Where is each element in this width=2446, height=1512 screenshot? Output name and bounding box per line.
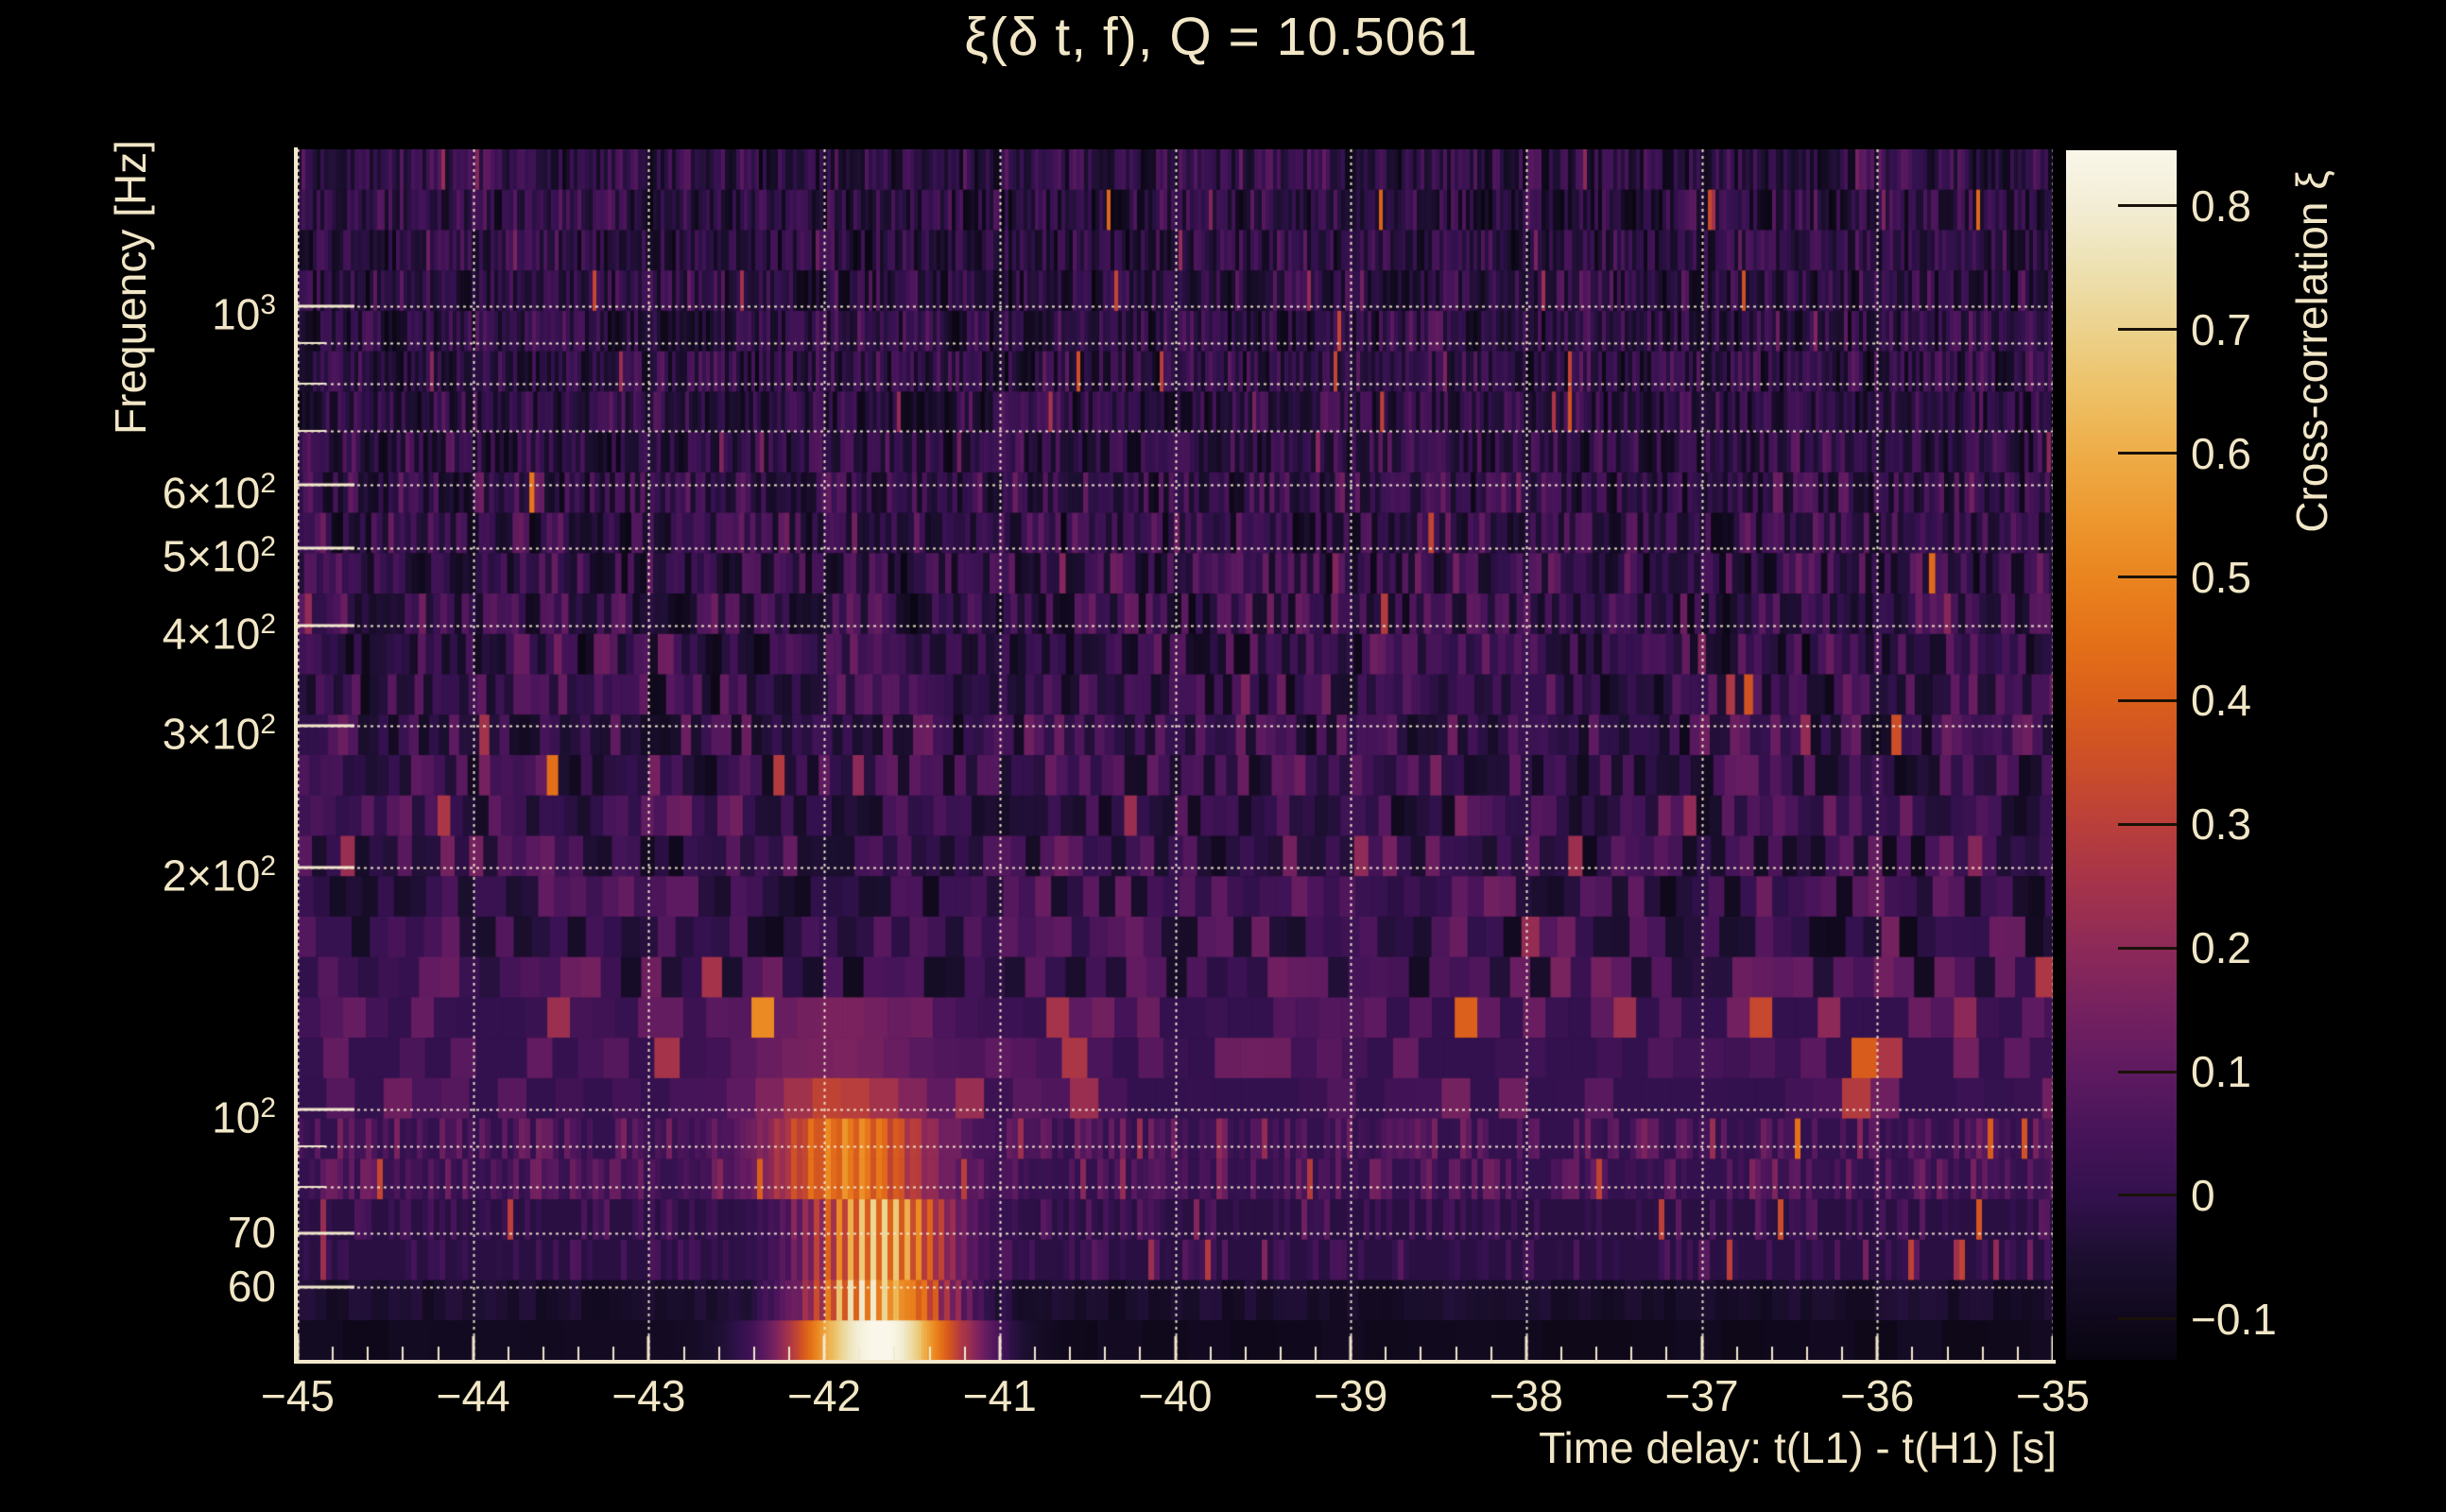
colorbar-tick bbox=[2118, 452, 2177, 455]
x-tick-label: −41 bbox=[915, 1370, 1085, 1421]
chart-title: ξ(δ t, f), Q = 10.5061 bbox=[370, 6, 2072, 68]
x-axis-title: Time delay: t(L1) - t(H1) [s] bbox=[1111, 1422, 2057, 1473]
colorbar-tick-label: 0 bbox=[2191, 1170, 2418, 1221]
colorbar-tick-label: 0.3 bbox=[2191, 799, 2418, 850]
colorbar-tick-label: −0.1 bbox=[2191, 1294, 2418, 1345]
x-tick-label: −45 bbox=[213, 1370, 383, 1421]
colorbar-tick bbox=[2118, 947, 2177, 950]
figure: ξ(δ t, f), Q = 10.5061 Frequency [Hz] 10… bbox=[0, 0, 2446, 1512]
x-tick-label: −37 bbox=[1617, 1370, 1787, 1421]
colorbar-tick bbox=[2118, 328, 2177, 331]
colorbar-tick bbox=[2118, 699, 2177, 702]
colorbar-tick bbox=[2118, 1194, 2177, 1196]
colorbar-tick bbox=[2118, 204, 2177, 207]
colorbar-tick bbox=[2118, 823, 2177, 826]
x-tick-label: −44 bbox=[388, 1370, 559, 1421]
colorbar-tick-label: 0.1 bbox=[2191, 1046, 2418, 1097]
colorbar-title: Cross-correlation ξ bbox=[2287, 144, 2336, 559]
y-tick-label: 70 bbox=[0, 1207, 276, 1258]
x-tick-label: −35 bbox=[1968, 1370, 2138, 1421]
y-tick-label: 3×102 bbox=[0, 699, 276, 750]
x-tick-label: −36 bbox=[1792, 1370, 1962, 1421]
colorbar-tick-label: 0.4 bbox=[2191, 675, 2418, 726]
x-tick-label: −40 bbox=[1091, 1370, 1261, 1421]
colorbar-tick bbox=[2118, 1317, 2177, 1320]
colorbar-tick bbox=[2118, 1071, 2177, 1074]
colorbar-gradient bbox=[2066, 150, 2177, 1360]
x-axis-line bbox=[294, 1360, 2056, 1364]
x-tick-label: −39 bbox=[1266, 1370, 1436, 1421]
y-tick-label: 103 bbox=[0, 280, 276, 331]
y-tick-label: 2×102 bbox=[0, 841, 276, 892]
x-tick-label: −38 bbox=[1441, 1370, 1611, 1421]
y-tick-label: 6×102 bbox=[0, 458, 276, 509]
y-axis-line bbox=[294, 147, 298, 1364]
y-tick-label: 5×102 bbox=[0, 522, 276, 573]
y-tick-label: 4×102 bbox=[0, 599, 276, 650]
colorbar-tick bbox=[2118, 576, 2177, 578]
y-tick-label: 60 bbox=[0, 1261, 276, 1312]
x-tick-label: −43 bbox=[563, 1370, 733, 1421]
x-tick-label: −42 bbox=[739, 1370, 909, 1421]
colorbar-tick-label: 0.2 bbox=[2191, 922, 2418, 973]
spectrogram-heatmap bbox=[298, 149, 2053, 1361]
y-tick-label: 102 bbox=[0, 1083, 276, 1134]
